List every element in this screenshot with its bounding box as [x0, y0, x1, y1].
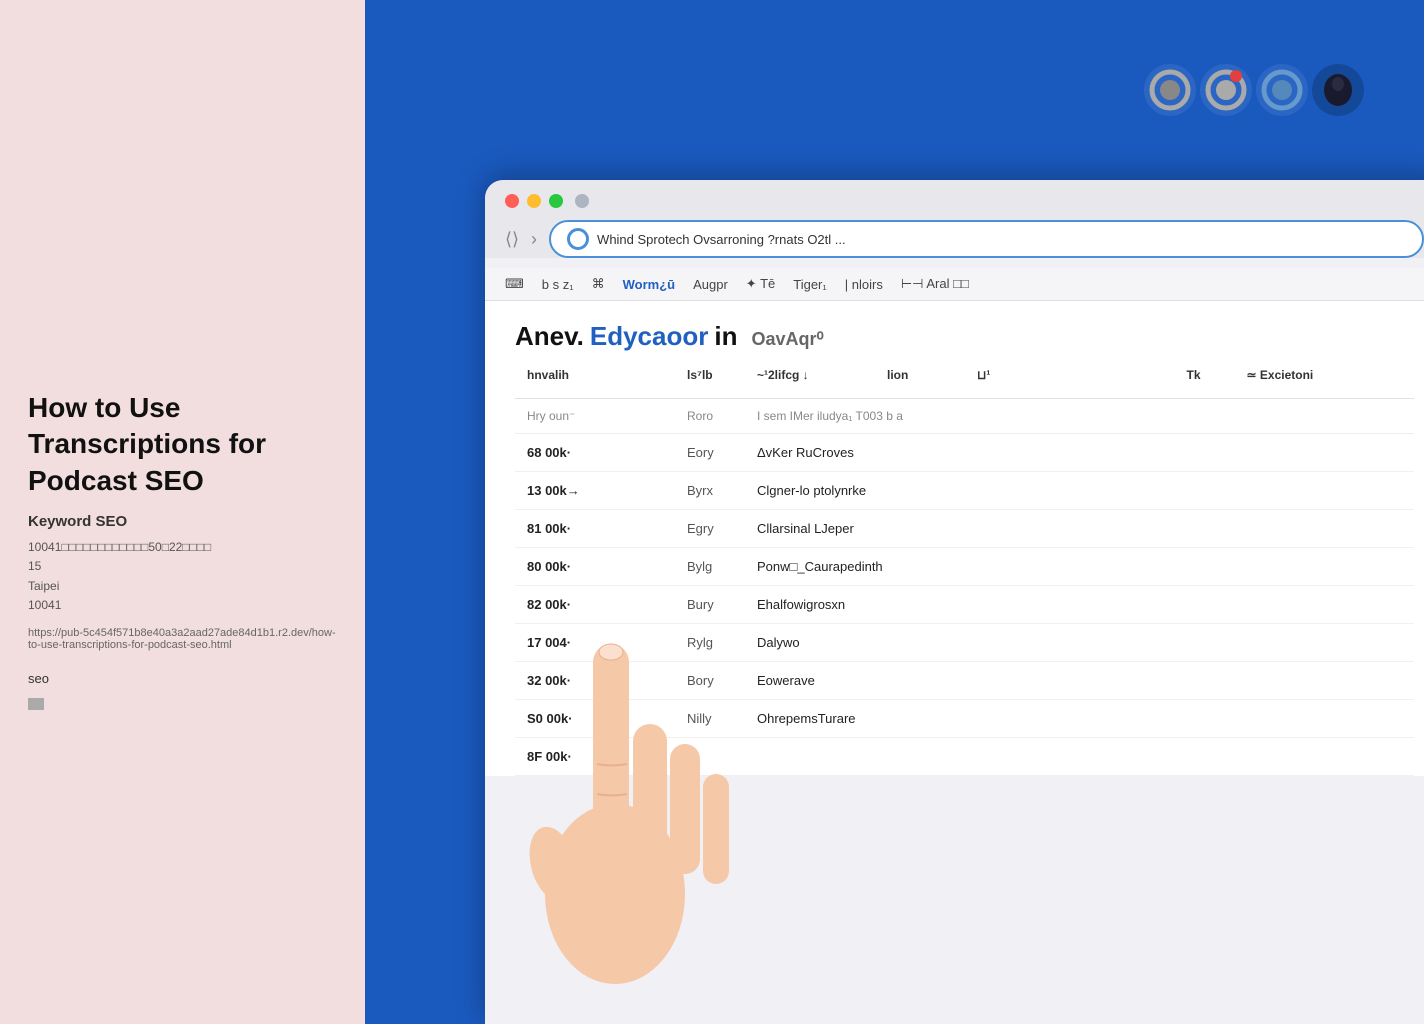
tag-label: seo [28, 671, 337, 686]
toolbar-item-1[interactable]: b s z₁ [542, 277, 574, 292]
table-row: 8F 00k· [515, 738, 1414, 776]
traffic-lights [505, 194, 1424, 208]
td-diff-4: Bury [675, 593, 745, 616]
page-url: https://pub-5c454f571b8e40a3a2aad27ade84… [28, 627, 337, 651]
td-volume-6: 32 00k· [515, 669, 675, 692]
url-icon [567, 228, 589, 250]
meta-info: 10041□□□□□□□□□□□□50□22□□□□ 15 Taipei 100… [28, 538, 337, 615]
td-keyword-1: Clgner-lo ptolynrke [745, 479, 1414, 502]
td-diff-0: Eory [675, 441, 745, 464]
keyword-label: Keyword SEO [28, 513, 337, 530]
minimize-button-dot[interactable] [527, 194, 541, 208]
article-title-prefix: Anev. [515, 321, 584, 352]
td-diff-1: Byrx [675, 479, 745, 502]
td-keyword-0: ΔvKer RuCroves [745, 441, 1414, 464]
deco-icon-2 [1200, 64, 1252, 116]
td-keyword-5: Dalywo [745, 631, 1414, 654]
article-title-extra: OavAqr⁰ [751, 329, 823, 350]
td-volume-3: 80 00k· [515, 555, 675, 578]
browser-window: ⟨⟩ › Whind Sprotech Ovsarroning ?rnats O… [485, 180, 1424, 1024]
td-diff-8 [675, 753, 745, 761]
extra-dot [575, 194, 589, 208]
table-header-row: hnvalih ls⁷lb ~¹2lifcg ↓ lion ⊔¹ Tk ≃ Ex… [515, 352, 1414, 399]
toolbar-item-3[interactable]: Worm¿ū [623, 277, 675, 292]
page-title: How to Use Transcriptions for Podcast SE… [28, 390, 337, 499]
back-button[interactable]: ⟨⟩ [505, 229, 519, 250]
td-diff-5: Rylg [675, 631, 745, 654]
td-keyword-8 [745, 753, 1414, 761]
td-diff-7: Nilly [675, 707, 745, 730]
top-bar [365, 0, 1424, 180]
toolbar-item-2[interactable]: ⌘ [592, 276, 605, 292]
toolbar-item-7[interactable]: | nloirs [845, 277, 883, 292]
right-panel: ⟨⟩ › Whind Sprotech Ovsarroning ?rnats O… [365, 0, 1424, 1024]
page-header: Anev. Edycaoor in OavAqr⁰ [485, 301, 1424, 352]
th-7: ≃ Excietoni [1235, 362, 1415, 388]
subheader-0: Hry oun⁻ [515, 405, 675, 427]
th-0: hnvalih [515, 362, 675, 388]
deco-icon-1 [1144, 64, 1196, 116]
td-volume-5: 17 004· [515, 631, 675, 654]
article-title-blue: Edycaoor [590, 321, 709, 352]
td-volume-8: 8F 00k· [515, 745, 675, 768]
th-2: ~¹2lifcg ↓ [745, 362, 875, 388]
td-volume-7: S0 00k· [515, 707, 675, 730]
table-row: 81 00k· Egry Cllarsinal LJeper [515, 510, 1414, 548]
td-keyword-2: Cllarsinal LJeper [745, 517, 1414, 540]
forward-button[interactable]: › [531, 229, 537, 250]
url-bar[interactable]: Whind Sprotech Ovsarroning ?rnats O2tl .… [549, 220, 1424, 258]
toolbar-item-5[interactable]: ✦ Tē [746, 276, 775, 292]
table-row: 68 00k· Eory ΔvKer RuCroves [515, 434, 1414, 472]
deco-icons [1144, 64, 1364, 116]
th-3: lion [875, 362, 965, 388]
td-volume-0: 68 00k· [515, 441, 675, 464]
td-keyword-6: Eowerave [745, 669, 1414, 692]
table-row: 17 004· Rylg Dalywo [515, 624, 1414, 662]
subheader-2: I sem IMer iludya₁ T003 b a [745, 405, 1414, 427]
deco-icon-4 [1312, 64, 1364, 116]
td-diff-6: Bory [675, 669, 745, 692]
toolbar-item-4[interactable]: Augpr [693, 277, 728, 292]
article-title-suffix: in [714, 321, 737, 352]
th-4: ⊔¹ [965, 362, 1145, 388]
left-panel: How to Use Transcriptions for Podcast SE… [0, 0, 365, 1024]
table-row: S0 00k· Nilly OhrepemsTurare [515, 700, 1414, 738]
toolbar-item-6[interactable]: Tiger₁ [793, 277, 827, 292]
subheader-1: Roro [675, 405, 745, 427]
td-volume-4: 82 00k· [515, 593, 675, 616]
th-5 [1145, 369, 1175, 381]
td-keyword-7: OhrepemsTurare [745, 707, 1414, 730]
browser-toolbar: ⌨ b s z₁ ⌘ Worm¿ū Augpr ✦ Tē Tiger₁ | nl… [485, 268, 1424, 301]
td-volume-2: 81 00k· [515, 517, 675, 540]
td-keyword-3: Ponw□_Caurapedinth [745, 555, 1414, 578]
maximize-button-dot[interactable] [549, 194, 563, 208]
th-1: ls⁷lb [675, 362, 745, 388]
table-row: 13 00k→ Byrx Clgner-lo ptolynrke [515, 472, 1414, 510]
table-row: 32 00k· Bory Eowerave [515, 662, 1414, 700]
close-button-dot[interactable] [505, 194, 519, 208]
deco-icon-3 [1256, 64, 1308, 116]
url-bar-row: ⟨⟩ › Whind Sprotech Ovsarroning ?rnats O… [505, 220, 1424, 258]
td-diff-2: Egry [675, 517, 745, 540]
td-diff-3: Bylg [675, 555, 745, 578]
toolbar-item-0[interactable]: ⌨ [505, 276, 524, 292]
toolbar-item-8[interactable]: ⊢⊣ Aral □□ [901, 276, 969, 292]
data-table-container: hnvalih ls⁷lb ~¹2lifcg ↓ lion ⊔¹ Tk ≃ Ex… [485, 352, 1424, 776]
url-text: Whind Sprotech Ovsarroning ?rnats O2tl .… [597, 232, 846, 247]
td-volume-1: 13 00k→ [515, 479, 675, 502]
tag-icon [28, 698, 44, 710]
table-subheader: Hry oun⁻ Roro I sem IMer iludya₁ T003 b … [515, 399, 1414, 434]
table-row: 82 00k· Bury Ehalfowigrosxn [515, 586, 1414, 624]
article-title: Anev. Edycaoor in OavAqr⁰ [515, 321, 1414, 352]
browser-chrome: ⟨⟩ › Whind Sprotech Ovsarroning ?rnats O… [485, 180, 1424, 258]
table-row: 80 00k· Bylg Ponw□_Caurapedinth [515, 548, 1414, 586]
th-6: Tk [1175, 362, 1235, 388]
td-keyword-4: Ehalfowigrosxn [745, 593, 1414, 616]
